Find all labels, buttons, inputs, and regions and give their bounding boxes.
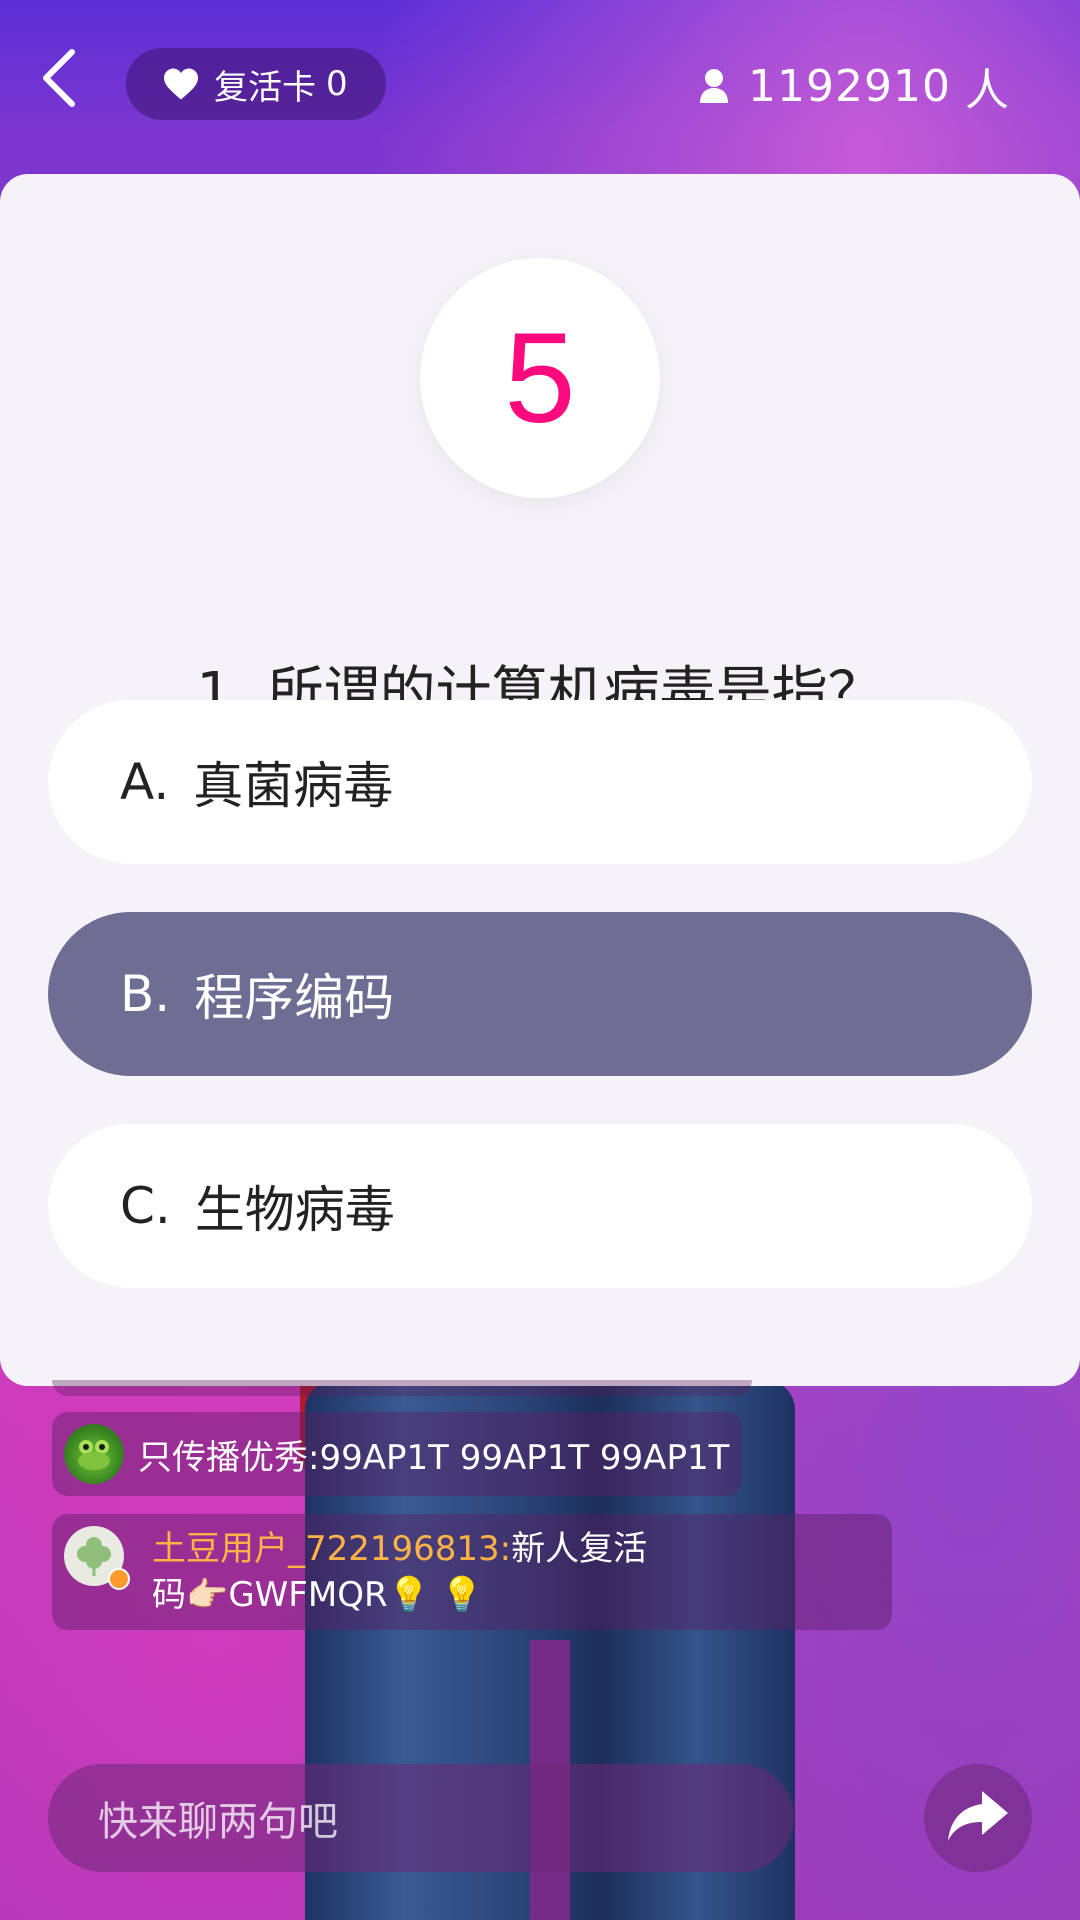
question-card: 5 1. 所谓的计算机病毒是指？ A. 真菌病毒 B. 程序编码 C. 生物病毒 [0, 174, 1080, 1386]
heart-icon [162, 67, 200, 101]
top-bar: 复活卡 0 1192910 人 [0, 0, 1080, 170]
revive-card-label: 复活卡 [214, 67, 316, 108]
viewer-number: 1192910 [748, 60, 951, 112]
option-c[interactable]: C. 生物病毒 [48, 1124, 1032, 1288]
option-letter: B. [120, 965, 171, 1023]
avatar[interactable] [64, 1424, 124, 1484]
chat-message-partial [52, 1380, 752, 1396]
chat-input-placeholder: 快来聊两句吧 [98, 1799, 338, 1845]
chat-input[interactable]: 快来聊两句吧 [48, 1764, 794, 1872]
option-text: 程序编码 [194, 969, 395, 1027]
back-chevron-icon [38, 46, 78, 114]
viewer-count: 1192910 人 [698, 54, 1010, 118]
chat-text-line2: 码👉🏻GWFMQR💡 💡 [152, 1575, 484, 1615]
option-letter: A. [120, 753, 170, 811]
chat-message-text: 只传播优秀:99AP1T 99AP1T 99AP1T [138, 1437, 730, 1478]
share-arrow-icon [946, 1789, 1010, 1847]
revive-card-counter[interactable]: 复活卡 0 [126, 48, 386, 120]
chat-message-text: 土豆用户_722196813:新人复活 码👉🏻GWFMQR💡 💡 [152, 1526, 712, 1618]
countdown-timer: 5 [420, 258, 660, 498]
option-text: 真菌病毒 [193, 757, 394, 815]
user-level-badge [108, 1568, 130, 1590]
option-a[interactable]: A. 真菌病毒 [48, 700, 1032, 864]
option-text: 生物病毒 [194, 1181, 395, 1239]
back-button[interactable] [28, 40, 88, 120]
user-icon [698, 67, 730, 105]
chat-username[interactable]: 土豆用户_722196813: [152, 1529, 511, 1569]
share-button[interactable] [924, 1764, 1032, 1872]
viewer-unit: 人 [965, 65, 1010, 116]
option-b[interactable]: B. 程序编码 [48, 912, 1032, 1076]
chat-message: 土豆用户_722196813:新人复活 码👉🏻GWFMQR💡 💡 [52, 1514, 892, 1630]
revive-card-count: 0 [326, 64, 348, 104]
option-letter: C. [120, 1177, 171, 1235]
avatar[interactable] [64, 1526, 130, 1590]
chat-text-line1: 新人复活 [511, 1529, 648, 1569]
chat-message: 只传播优秀:99AP1T 99AP1T 99AP1T [52, 1412, 742, 1496]
